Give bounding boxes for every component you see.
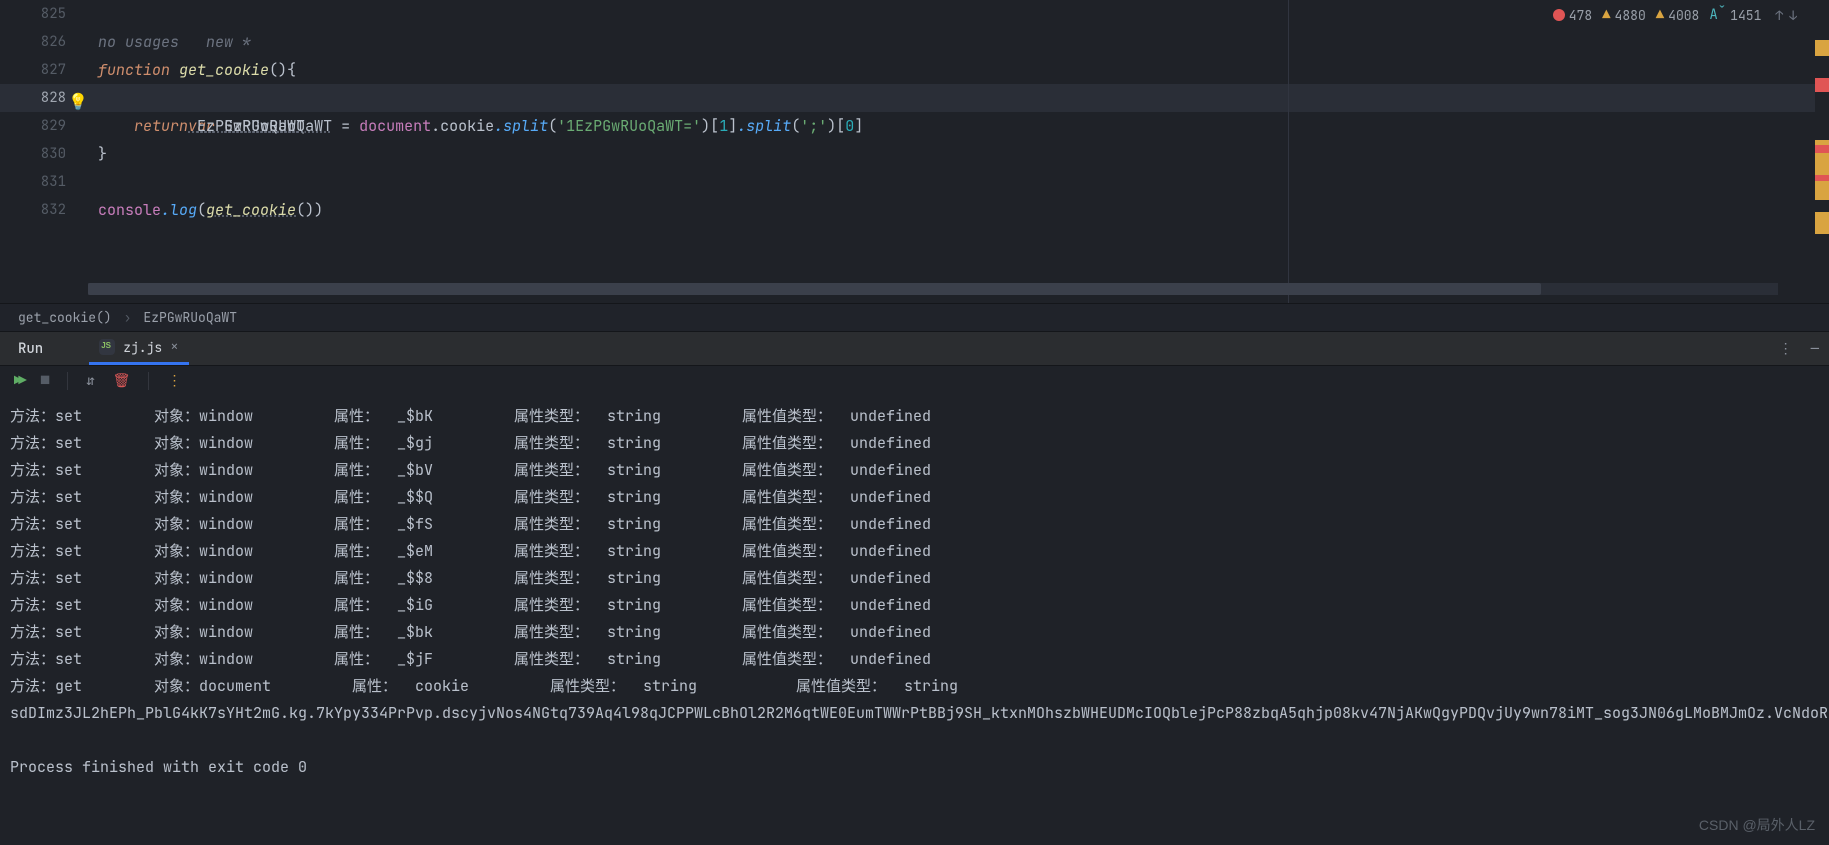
soft-wrap-icon[interactable]: ⇵	[86, 372, 94, 390]
breadcrumb-item[interactable]: EzPGwRUoQaWT	[143, 309, 237, 326]
scrollbar-thumb[interactable]	[88, 283, 1541, 295]
intention-bulb-icon[interactable]: 💡	[68, 88, 88, 116]
toolbar-divider	[148, 372, 149, 390]
chevron-right-icon: ›	[124, 309, 132, 326]
horizontal-scrollbar[interactable]	[88, 283, 1778, 295]
console-output[interactable]: 方法：set 对象：window 属性： _$bK 属性类型： string 属…	[0, 395, 1829, 825]
minimize-icon[interactable]: —	[1811, 340, 1819, 358]
line-number-gutter: 825 826 827 828 829 830 831 832	[0, 0, 88, 303]
more-icon[interactable]: ⋮	[167, 372, 181, 390]
watermark: CSDN @局外人LZ	[1699, 815, 1815, 835]
toolbar-divider	[67, 372, 68, 390]
usage-hint: no usages new *	[98, 28, 1829, 56]
nodejs-file-icon	[99, 339, 115, 355]
run-toolbar: ▶▶ ■ ⇵ 🗑 ⋮	[0, 365, 1829, 395]
run-tab[interactable]: zj.js ×	[89, 332, 188, 365]
breadcrumb[interactable]: get_cookie() › EzPGwRUoQaWT	[0, 303, 1829, 331]
code-content[interactable]: no usages new * function get_cookie(){ 💡…	[88, 0, 1829, 303]
code-editor[interactable]: 825 826 827 828 829 830 831 832 no usage…	[0, 0, 1829, 303]
clear-all-icon[interactable]: 🗑	[113, 372, 131, 390]
close-icon[interactable]: ×	[170, 338, 178, 356]
run-toolwindow-header[interactable]: Run zj.js × ⋮ —	[0, 331, 1829, 365]
more-options-icon[interactable]: ⋮	[1779, 340, 1793, 358]
stop-icon[interactable]: ■	[41, 372, 49, 390]
run-tab-label: zj.js	[123, 339, 162, 356]
run-title: Run	[18, 340, 43, 358]
breadcrumb-item[interactable]: get_cookie()	[18, 309, 112, 326]
rerun-icon[interactable]: ▶▶	[14, 372, 23, 390]
